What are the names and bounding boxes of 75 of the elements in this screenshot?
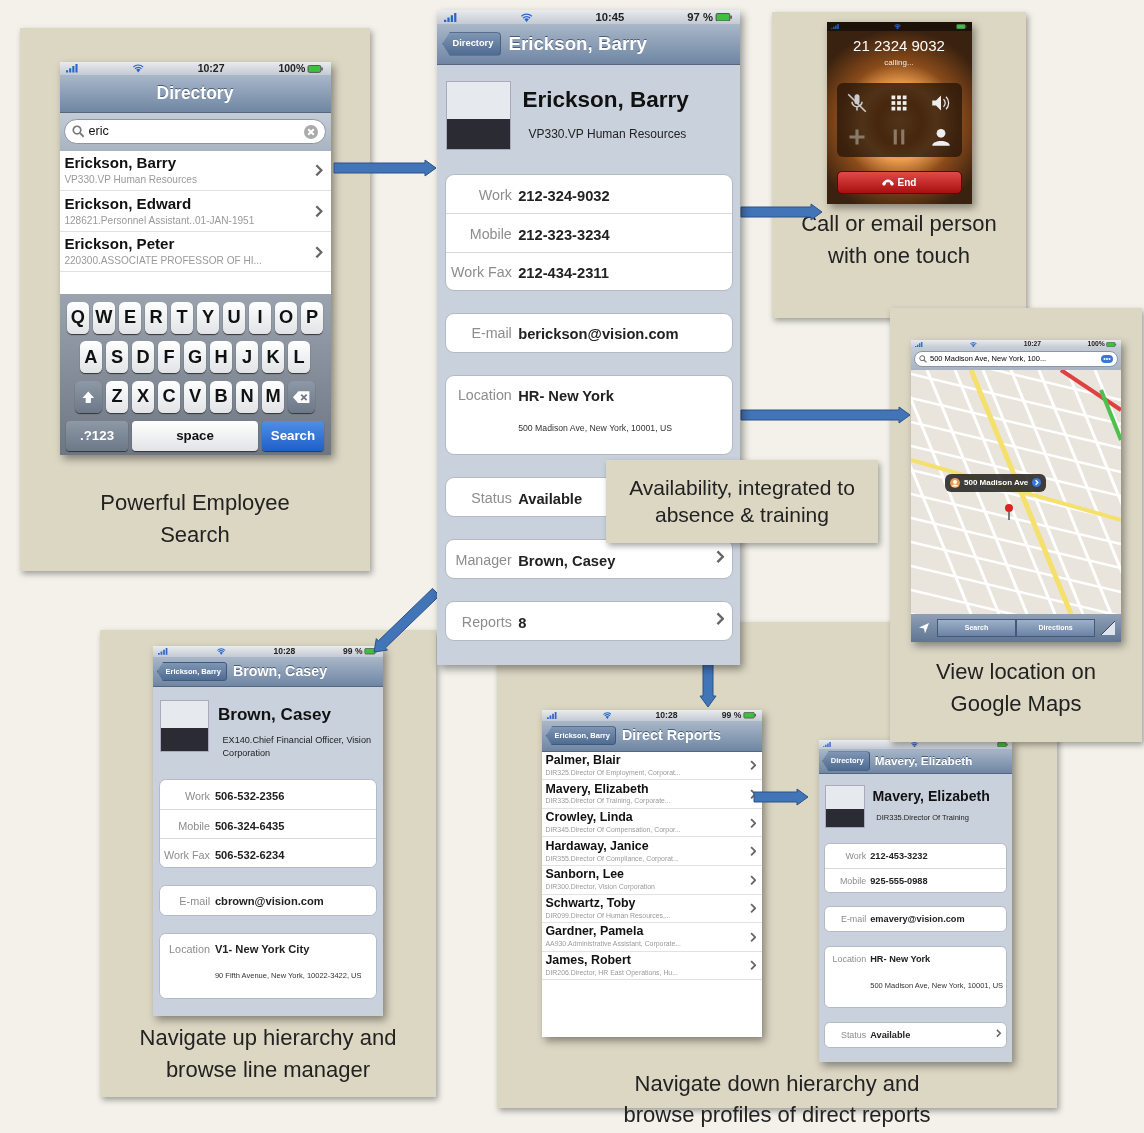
person-name: Schwartz, Toby xyxy=(545,895,637,911)
clock-text: 10:28 xyxy=(273,644,296,658)
clock-text: 10:45 xyxy=(595,9,625,25)
person-name: Mavery, Elizabeth xyxy=(545,781,650,797)
field-label: Mobile xyxy=(177,818,212,834)
battery-percentage: 99 % xyxy=(343,644,363,658)
caption-text: View location on Google Maps xyxy=(935,658,1097,719)
person-name: Erickson, Barry xyxy=(64,154,178,173)
battery-percentage: 100% xyxy=(278,60,306,76)
field-label: Manager xyxy=(454,550,513,570)
field-label: E-mail xyxy=(178,894,212,910)
field-label: Work Fax xyxy=(162,847,212,863)
field-value: emavery@vision.com xyxy=(870,913,965,927)
person-name: Erickson, Barry xyxy=(522,86,689,115)
field-label: Location xyxy=(831,953,868,967)
clock-text: 10:27 xyxy=(197,60,225,76)
person-name: Brown, Casey xyxy=(217,703,332,726)
field-label: Work xyxy=(844,849,868,863)
person-name: Hardaway, Janice xyxy=(545,838,650,854)
field-label: Status xyxy=(470,488,513,508)
job-title: VP330.VP Human Resources xyxy=(528,126,688,144)
person-name: Crowley, Linda xyxy=(545,810,634,825)
person-name: Erickson, Edward xyxy=(64,194,193,213)
field-label: E-mail xyxy=(839,913,868,927)
field-value: HR- New York xyxy=(870,953,931,967)
field-value: 212-453-3232 xyxy=(870,849,928,863)
screen-title: Directory xyxy=(156,82,234,106)
field-value: cbrown@vision.com xyxy=(214,894,324,910)
clock-text: 10:28 xyxy=(655,708,678,722)
person-name: Sanborn, Lee xyxy=(545,867,626,883)
person-name: Gardner, Pamela xyxy=(545,924,645,940)
field-label: Location xyxy=(168,942,212,957)
screen-title: Mavery, Elizabeth xyxy=(874,753,973,770)
caption-text: Navigate up hierarchy and browse line manager xyxy=(138,1023,398,1084)
field-value: Available xyxy=(518,489,583,509)
field-value: HR- New York xyxy=(518,387,614,407)
job-title: EX140.Chief Financial Officer, Vision Corporation xyxy=(222,733,373,761)
field-value: 212-324-9032 xyxy=(518,186,610,206)
person-name: Palmer, Blair xyxy=(545,752,622,768)
field-value: 212-434-2311 xyxy=(518,264,609,284)
field-value: 506-532-2356 xyxy=(214,788,285,804)
field-label: Work xyxy=(477,185,513,205)
caption-text: Powerful Employee Search xyxy=(99,489,291,550)
screen-title: Erickson, Barry xyxy=(508,31,647,56)
field-label: Work Fax xyxy=(450,263,513,283)
availability-tooltip: Availability, integrated to absence & training xyxy=(606,460,878,543)
pin-label: 500 Madison Ave xyxy=(964,476,1029,489)
field-value: V1- New York City xyxy=(214,942,310,957)
field-label: Location xyxy=(456,386,513,406)
field-label: Mobile xyxy=(838,874,868,888)
field-label: Status xyxy=(839,1029,868,1043)
address-text: 500 Madison Ave, New York, 10001, US xyxy=(518,422,673,436)
person-name: Mavery, Elizabeth xyxy=(872,786,990,806)
caption-text: Call or email person with one touch xyxy=(800,210,998,271)
field-label: Work xyxy=(183,788,212,804)
field-label: E-mail xyxy=(470,324,513,344)
caption-text: Navigate down hierarchy and browse profiles of direct reports xyxy=(622,1069,932,1130)
battery-percentage: 99 % xyxy=(721,708,742,722)
phone-number: 21 2324 9032 xyxy=(852,35,946,56)
battery-percentage: 97 % xyxy=(687,9,713,25)
field-value: 212-323-3234 xyxy=(518,226,610,246)
field-value: 925-555-0988 xyxy=(870,874,928,888)
job-title: VP330.VP Human Resources xyxy=(64,173,198,188)
person-name: Erickson, Peter xyxy=(64,235,176,254)
person-name: James, Robert xyxy=(545,952,632,968)
job-title: 220300.ASSOCIATE PROFESSOR OF HI... xyxy=(64,254,263,269)
screen-title: Direct Reports xyxy=(621,726,721,745)
call-status: calling... xyxy=(883,57,915,70)
field-label: Mobile xyxy=(468,225,513,245)
screen-title: Brown, Casey xyxy=(232,661,328,681)
field-value: berickson@vision.com xyxy=(518,325,679,345)
field-value: 506-532-6234 xyxy=(214,847,285,863)
field-value: 506-324-6435 xyxy=(214,818,285,834)
field-label: Reports xyxy=(460,612,513,632)
job-title: 128621.Personnel Assistant..01-JAN-1951 xyxy=(64,213,256,228)
